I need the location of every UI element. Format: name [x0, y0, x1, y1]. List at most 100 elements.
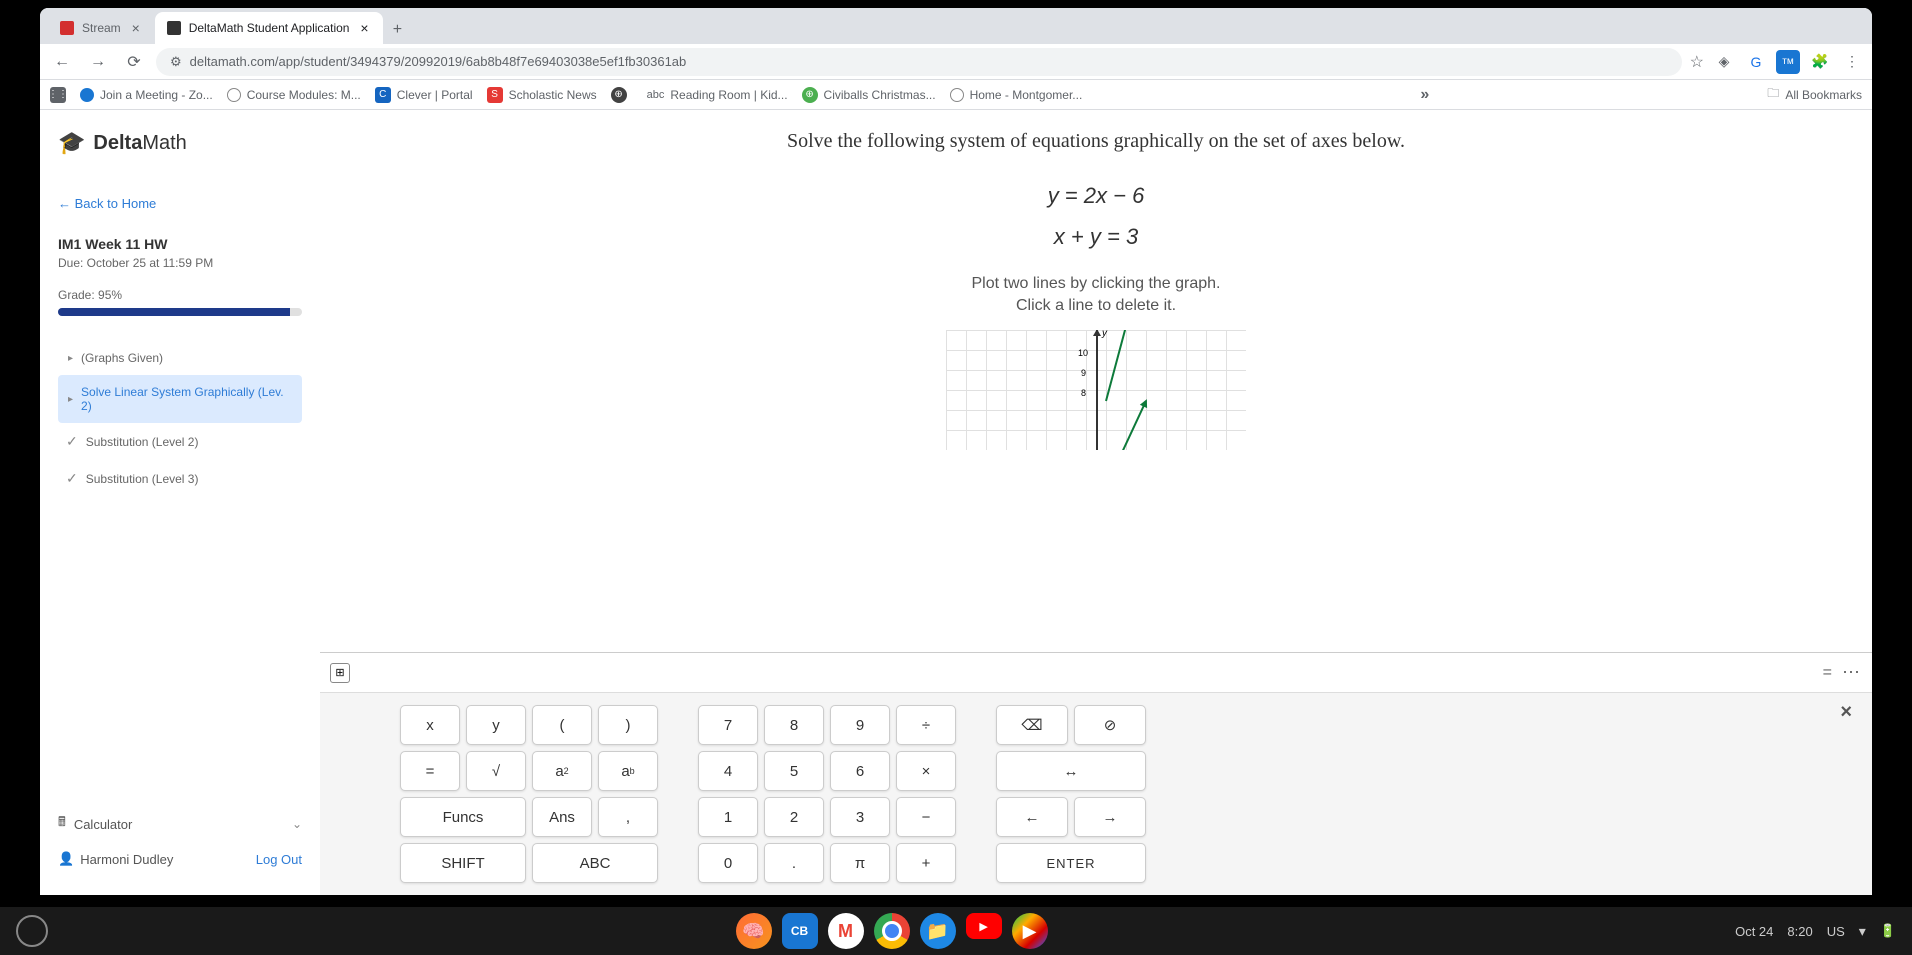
key-power[interactable]: ab [598, 751, 658, 791]
axis-tick: 10 [1078, 348, 1088, 358]
key-enter[interactable]: ENTER [996, 843, 1146, 883]
key-1[interactable]: 1 [698, 797, 758, 837]
youtube-icon[interactable]: ▶ [966, 913, 1002, 939]
chrome-icon[interactable] [874, 913, 910, 949]
key-divide[interactable]: ÷ [896, 705, 956, 745]
close-keyboard-button[interactable]: × [1840, 701, 1852, 724]
logout-link[interactable]: Log Out [256, 852, 302, 867]
user-row: 👤Harmoni Dudley Log Out [58, 843, 302, 875]
equals-icon: = [1823, 664, 1832, 682]
keys-control: ⌫ ⊘ ↔ ← → ENTER [996, 705, 1146, 883]
key-0[interactable]: 0 [698, 843, 758, 883]
extension-icon[interactable]: ◈ [1712, 50, 1736, 74]
extension-icon[interactable]: ᴛᴍ [1776, 50, 1800, 74]
back-button[interactable]: ← [48, 48, 76, 76]
close-icon[interactable]: × [357, 21, 371, 35]
math-keyboard: ⊞ = ⋯ × x y ( ) = √ a2 ab Funcs Ans [320, 652, 1872, 895]
keypad-toggle-icon[interactable]: ⊞ [330, 663, 350, 683]
app-icon[interactable]: CB [782, 913, 818, 949]
key-abc[interactable]: ABC [532, 843, 658, 883]
key-comma[interactable]: , [598, 797, 658, 837]
key-4[interactable]: 4 [698, 751, 758, 791]
graduation-cap-icon: 🎓 [58, 130, 85, 156]
key-right[interactable]: → [1074, 797, 1146, 837]
topic-item-active[interactable]: ▸Solve Linear System Graphically (Lev. 2… [58, 375, 302, 423]
url-field[interactable]: ⚙ deltamath.com/app/student/3494379/2099… [156, 48, 1682, 76]
key-backspace[interactable]: ⌫ [996, 705, 1068, 745]
taskbar: 🧠 CB M 📁 ▶ ▶ Oct 24 8:20 US ▾ 🔋 [0, 907, 1912, 955]
apps-button[interactable]: ⋮⋮ [50, 87, 66, 103]
bookmark-item[interactable]: SScholastic News [487, 87, 597, 103]
battery-icon: 🔋 [1880, 923, 1896, 939]
key-equals[interactable]: = [400, 751, 460, 791]
bookmark-item[interactable]: Join a Meeting - Zo... [80, 88, 213, 102]
key-dot[interactable]: . [764, 843, 824, 883]
key-ans[interactable]: Ans [532, 797, 592, 837]
close-icon[interactable]: × [129, 21, 143, 35]
key-left[interactable]: ← [996, 797, 1068, 837]
key-rparen[interactable]: ) [598, 705, 658, 745]
topic-item[interactable]: ✓Substitution (Level 2) [58, 423, 302, 460]
key-clear[interactable]: ⊘ [1074, 705, 1146, 745]
y-axis-label: y [1102, 330, 1107, 339]
site-settings-icon[interactable]: ⚙ [170, 54, 182, 70]
topic-item[interactable]: ▸(Graphs Given) [58, 341, 302, 375]
key-plus[interactable]: + [896, 843, 956, 883]
extension-icon[interactable]: G [1744, 50, 1768, 74]
key-lparen[interactable]: ( [532, 705, 592, 745]
key-7[interactable]: 7 [698, 705, 758, 745]
bookmark-star-icon[interactable]: ☆ [1690, 52, 1704, 72]
axis-tick: 8 [1081, 388, 1086, 398]
bookmark-item[interactable]: abcReading Room | Kid... [647, 88, 788, 102]
browser-tab-1[interactable]: DeltaMath Student Application × [155, 12, 384, 44]
key-x[interactable]: x [400, 705, 460, 745]
browser-tab-0[interactable]: Stream × [48, 12, 155, 44]
key-square[interactable]: a2 [532, 751, 592, 791]
key-sqrt[interactable]: √ [466, 751, 526, 791]
all-bookmarks-button[interactable]: 🗀All Bookmarks [1767, 84, 1862, 105]
reload-button[interactable]: ⟳ [120, 48, 148, 76]
files-icon[interactable]: 📁 [920, 913, 956, 949]
key-8[interactable]: 8 [764, 705, 824, 745]
key-3[interactable]: 3 [830, 797, 890, 837]
url-text: deltamath.com/app/student/3494379/209920… [190, 54, 687, 69]
key-funcs[interactable]: Funcs [400, 797, 526, 837]
bookmark-item[interactable]: ⊕Civiballs Christmas... [802, 87, 936, 103]
key-minus[interactable]: − [896, 797, 956, 837]
launcher-button[interactable] [16, 915, 48, 947]
play-store-icon[interactable]: ▶ [1012, 913, 1048, 949]
extensions-menu-icon[interactable]: 🧩 [1808, 50, 1832, 74]
sidebar-footer: 🖩Calculator ⌄ 👤Harmoni Dudley Log Out [58, 805, 302, 875]
math-input-field[interactable] [360, 661, 1813, 685]
forward-button[interactable]: → [84, 48, 112, 76]
key-y[interactable]: y [466, 705, 526, 745]
bookmark-item[interactable]: Course Modules: M... [227, 88, 361, 102]
key-swap[interactable]: ↔ [996, 751, 1146, 791]
more-icon[interactable]: ⋯ [1842, 662, 1862, 683]
app-icon[interactable]: 🧠 [736, 913, 772, 949]
calculator-toggle[interactable]: 🖩Calculator ⌄ [58, 805, 302, 843]
new-tab-button[interactable]: + [383, 16, 411, 44]
key-5[interactable]: 5 [764, 751, 824, 791]
system-tray[interactable]: Oct 24 8:20 US ▾ 🔋 [1735, 923, 1896, 940]
bookmarks-overflow[interactable]: » [1420, 86, 1429, 104]
graph-canvas[interactable]: y 10 9 8 [946, 330, 1246, 450]
bookmarks-bar: ⋮⋮ Join a Meeting - Zo... Course Modules… [40, 80, 1872, 110]
key-2[interactable]: 2 [764, 797, 824, 837]
deltamath-logo[interactable]: 🎓 DeltaMath [58, 130, 302, 156]
key-6[interactable]: 6 [830, 751, 890, 791]
taskbar-apps: 🧠 CB M 📁 ▶ ▶ [736, 913, 1048, 949]
key-multiply[interactable]: × [896, 751, 956, 791]
bookmark-item[interactable]: Home - Montgomer... [950, 88, 1083, 102]
bookmark-item[interactable]: CClever | Portal [375, 87, 473, 103]
key-9[interactable]: 9 [830, 705, 890, 745]
key-shift[interactable]: SHIFT [400, 843, 526, 883]
back-to-home-link[interactable]: ← Back to Home [58, 196, 302, 211]
topic-item[interactable]: ✓Substitution (Level 3) [58, 460, 302, 497]
key-pi[interactable]: π [830, 843, 890, 883]
keys-numbers: 7 8 9 ÷ 4 5 6 × 1 2 3 − 0 . π + [698, 705, 956, 883]
menu-icon[interactable]: ⋮ [1840, 50, 1864, 74]
tab-title: Stream [82, 21, 121, 35]
bookmark-item[interactable]: ⊕ [611, 87, 633, 103]
gmail-icon[interactable]: M [828, 913, 864, 949]
